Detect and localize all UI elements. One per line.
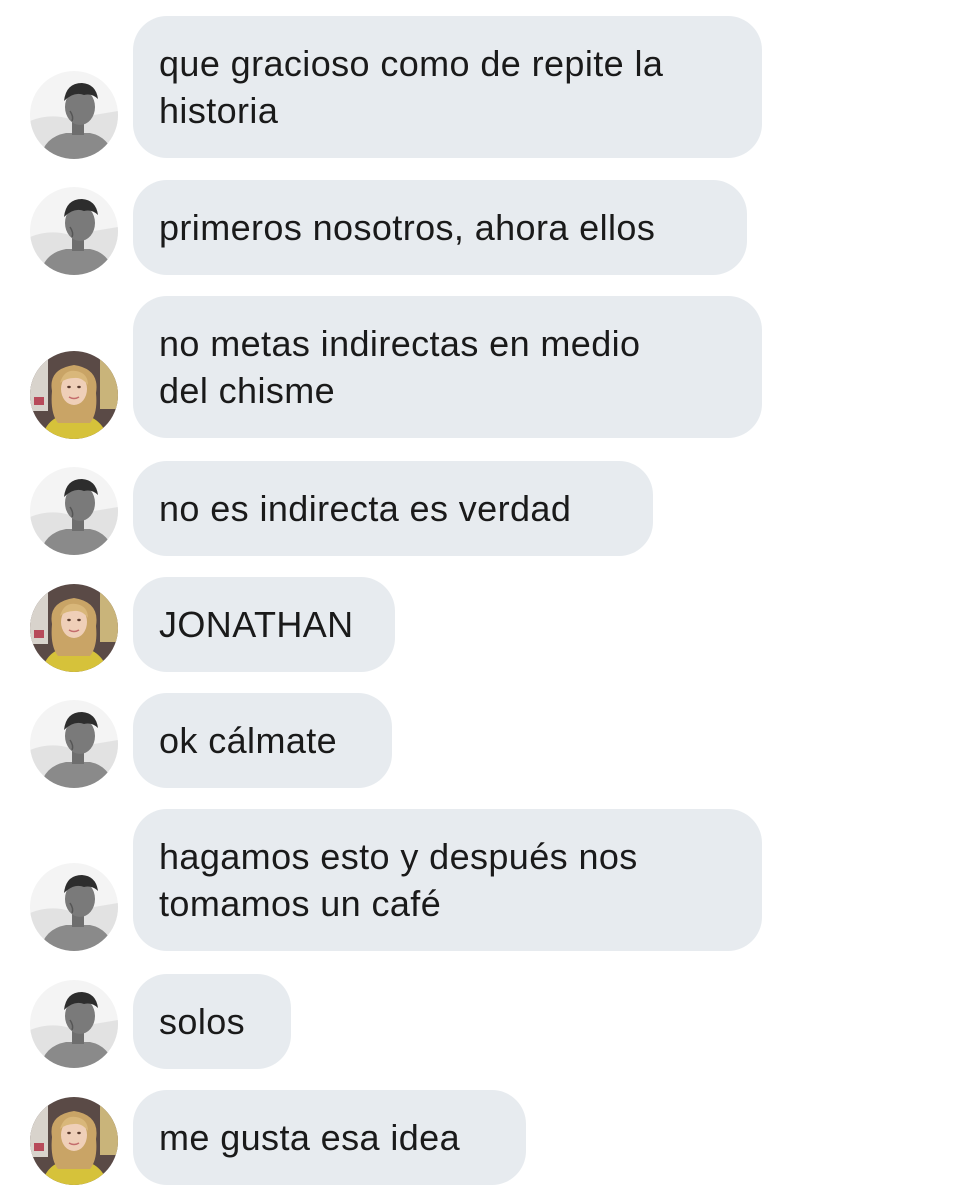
jonathan-avatar-icon[interactable] xyxy=(30,187,118,275)
message-row: que gracioso como de repite la historia xyxy=(0,16,966,158)
message-row: me gusta esa idea xyxy=(0,1090,966,1185)
message-row: no metas indirectas en medio del chisme xyxy=(0,296,966,438)
message-bubble[interactable]: primeros nosotros, ahora ellos xyxy=(133,180,747,275)
message-text: me gusta esa idea xyxy=(159,1117,460,1158)
message-row: primeros nosotros, ahora ellos xyxy=(0,180,966,275)
jonathan-avatar-icon[interactable] xyxy=(30,980,118,1068)
message-text: ok cálmate xyxy=(159,720,338,761)
message-text: hagamos esto y después nos tomamos un ca… xyxy=(159,836,638,924)
chat-thread: que gracioso como de repite la historia … xyxy=(0,0,966,1200)
message-text: solos xyxy=(159,1001,246,1042)
message-bubble[interactable]: no es indirecta es verdad xyxy=(133,461,653,556)
girl-avatar-icon[interactable] xyxy=(30,584,118,672)
message-text: no metas indirectas en medio del chisme xyxy=(159,323,641,411)
jonathan-avatar-icon[interactable] xyxy=(30,700,118,788)
message-bubble[interactable]: no metas indirectas en medio del chisme xyxy=(133,296,762,438)
jonathan-avatar-icon[interactable] xyxy=(30,863,118,951)
jonathan-avatar-icon[interactable] xyxy=(30,467,118,555)
message-bubble[interactable]: hagamos esto y después nos tomamos un ca… xyxy=(133,809,762,951)
message-row: solos xyxy=(0,974,966,1069)
message-bubble[interactable]: ok cálmate xyxy=(133,693,392,788)
message-bubble[interactable]: me gusta esa idea xyxy=(133,1090,526,1185)
message-text: primeros nosotros, ahora ellos xyxy=(159,207,656,248)
message-row: no es indirecta es verdad xyxy=(0,461,966,556)
girl-avatar-icon[interactable] xyxy=(30,1097,118,1185)
message-text: no es indirecta es verdad xyxy=(159,488,572,529)
message-row: ok cálmate xyxy=(0,693,966,788)
message-row: JONATHAN xyxy=(0,577,966,672)
jonathan-avatar-icon[interactable] xyxy=(30,71,118,159)
message-text: que gracioso como de repite la historia xyxy=(159,43,664,131)
message-bubble[interactable]: JONATHAN xyxy=(133,577,395,672)
message-bubble[interactable]: solos xyxy=(133,974,291,1069)
message-text: JONATHAN xyxy=(159,604,354,645)
message-row: hagamos esto y después nos tomamos un ca… xyxy=(0,809,966,951)
message-bubble[interactable]: que gracioso como de repite la historia xyxy=(133,16,762,158)
girl-avatar-icon[interactable] xyxy=(30,351,118,439)
